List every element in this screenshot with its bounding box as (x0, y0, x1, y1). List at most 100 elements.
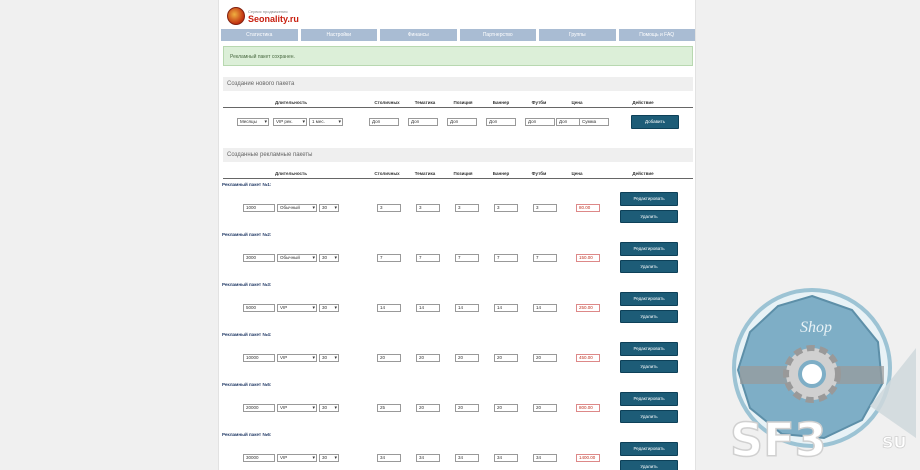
package-price-input[interactable]: 450.00 (576, 354, 600, 362)
package-value-input[interactable]: 3 (416, 204, 440, 212)
delete-package-button[interactable]: Удалить (620, 310, 678, 323)
package-value-input[interactable]: 7 (377, 254, 401, 262)
package-value-input[interactable]: 34 (455, 454, 479, 462)
package-value-input[interactable]: 20 (533, 354, 557, 362)
package-type-select[interactable]: Обычный (277, 254, 317, 262)
package-value-input[interactable]: 3 (533, 204, 557, 212)
package-label: Рекламный пакет №5: (222, 382, 272, 387)
package-price-input[interactable]: 250.00 (576, 304, 600, 312)
nav-item-groups[interactable]: Группы (539, 29, 616, 41)
package-type-select[interactable]: Обычный (277, 204, 317, 212)
column-header: Столичных (374, 171, 400, 176)
nav-item-partners[interactable]: Партнерство (459, 29, 536, 41)
package-days-select[interactable]: 30 (319, 204, 339, 212)
package-value-input[interactable]: 3 (494, 204, 518, 212)
type-select[interactable]: VIP рек. (273, 118, 307, 126)
delete-package-button[interactable]: Удалить (620, 410, 678, 423)
new-package-field[interactable]: Доп (408, 118, 438, 126)
edit-package-button[interactable]: Редактировать (620, 342, 678, 356)
duration-select[interactable]: Месяцы (237, 118, 269, 126)
package-type-select[interactable]: VIP (277, 454, 317, 462)
package-value-input[interactable]: 20 (416, 354, 440, 362)
package-value-input[interactable]: 34 (416, 454, 440, 462)
package-label: Рекламный пакет №6: (222, 432, 272, 437)
package-value-input[interactable]: 20 (416, 404, 440, 412)
package-type-select[interactable]: VIP (277, 404, 317, 412)
column-header: Футбм (531, 100, 547, 105)
package-type-select[interactable]: VIP (277, 304, 317, 312)
site-logo[interactable]: Сервис продвижения Seonality.ru (227, 5, 299, 27)
package-value-input[interactable]: 20 (494, 354, 518, 362)
delete-package-button[interactable]: Удалить (620, 360, 678, 373)
package-amount-input[interactable]: 10000 (243, 354, 275, 362)
package-price-input[interactable]: 1400.00 (576, 454, 600, 462)
package-value-input[interactable]: 7 (494, 254, 518, 262)
package-days-select[interactable]: 30 (319, 254, 339, 262)
main-nav: Статистика Настройки Финансы Партнерство… (221, 29, 695, 41)
package-value-input[interactable]: 14 (455, 304, 479, 312)
edit-package-button[interactable]: Редактировать (620, 242, 678, 256)
package-value-input[interactable]: 7 (416, 254, 440, 262)
delete-package-button[interactable]: Удалить (620, 460, 678, 470)
package-value-input[interactable]: 14 (416, 304, 440, 312)
column-header: Баннер (492, 171, 510, 176)
package-value-input[interactable]: 14 (533, 304, 557, 312)
package-value-input[interactable]: 14 (494, 304, 518, 312)
period-select[interactable]: 1 мес. (309, 118, 343, 126)
package-value-input[interactable]: 34 (494, 454, 518, 462)
package-value-input[interactable]: 20 (455, 404, 479, 412)
package-value-input[interactable]: 20 (533, 404, 557, 412)
add-package-button[interactable]: Добавить (631, 115, 679, 129)
package-amount-input[interactable]: 3000 (243, 254, 275, 262)
package-amount-input[interactable]: 30000 (243, 454, 275, 462)
edit-package-button[interactable]: Редактировать (620, 392, 678, 406)
package-value-input[interactable]: 20 (377, 354, 401, 362)
package-type-select[interactable]: VIP (277, 354, 317, 362)
edit-package-button[interactable]: Редактировать (620, 292, 678, 306)
delete-package-button[interactable]: Удалить (620, 260, 678, 273)
column-header: Цена (571, 171, 583, 176)
package-label: Рекламный пакет №2: (222, 232, 272, 237)
package-price-input[interactable]: 800.00 (576, 404, 600, 412)
column-header: Тематика (414, 100, 436, 105)
package-price-input[interactable]: 80.00 (576, 204, 600, 212)
package-value-input[interactable]: 14 (377, 304, 401, 312)
column-header: Позиция (453, 100, 473, 105)
package-days-select[interactable]: 30 (319, 304, 339, 312)
package-amount-input[interactable]: 20000 (243, 404, 275, 412)
column-header: Длительность (274, 100, 308, 105)
package-value-input[interactable]: 3 (455, 204, 479, 212)
column-header: Столичных (374, 100, 400, 105)
new-package-field[interactable]: Доп (486, 118, 516, 126)
nav-item-help[interactable]: Помощь и FAQ (618, 29, 695, 41)
new-package-field[interactable]: Доп (525, 118, 555, 126)
package-value-input[interactable]: 34 (377, 454, 401, 462)
new-package-field[interactable]: Доп (369, 118, 399, 126)
nav-item-settings[interactable]: Настройки (300, 29, 377, 41)
nav-item-finance[interactable]: Финансы (380, 29, 457, 41)
package-value-input[interactable]: 20 (455, 354, 479, 362)
admin-page: Сервис продвижения Seonality.ru Статисти… (218, 0, 696, 470)
package-value-input[interactable]: 25 (377, 404, 401, 412)
success-notice: Рекламный пакет сохранен. (223, 46, 693, 66)
edit-package-button[interactable]: Редактировать (620, 192, 678, 206)
package-value-input[interactable]: 3 (377, 204, 401, 212)
package-value-input[interactable]: 34 (533, 454, 557, 462)
package-value-input[interactable]: 20 (494, 404, 518, 412)
nav-item-stats[interactable]: Статистика (221, 29, 298, 41)
package-price-input[interactable]: 150.00 (576, 254, 600, 262)
column-header: Футбм (531, 171, 547, 176)
package-days-select[interactable]: 30 (319, 454, 339, 462)
new-package-field[interactable]: Доп (447, 118, 477, 126)
package-days-select[interactable]: 30 (319, 404, 339, 412)
package-amount-input[interactable]: 1000 (243, 204, 275, 212)
package-days-select[interactable]: 30 (319, 354, 339, 362)
edit-package-button[interactable]: Редактировать (620, 442, 678, 456)
package-label: Рекламный пакет №1: (222, 182, 272, 187)
delete-package-button[interactable]: Удалить (620, 210, 678, 223)
package-value-input[interactable]: 7 (455, 254, 479, 262)
new-price-input[interactable]: Сумма (579, 118, 609, 126)
list-table-header: Длительность Столичных Тематика Позиция Банн… (223, 169, 693, 179)
package-amount-input[interactable]: 5000 (243, 304, 275, 312)
package-value-input[interactable]: 7 (533, 254, 557, 262)
